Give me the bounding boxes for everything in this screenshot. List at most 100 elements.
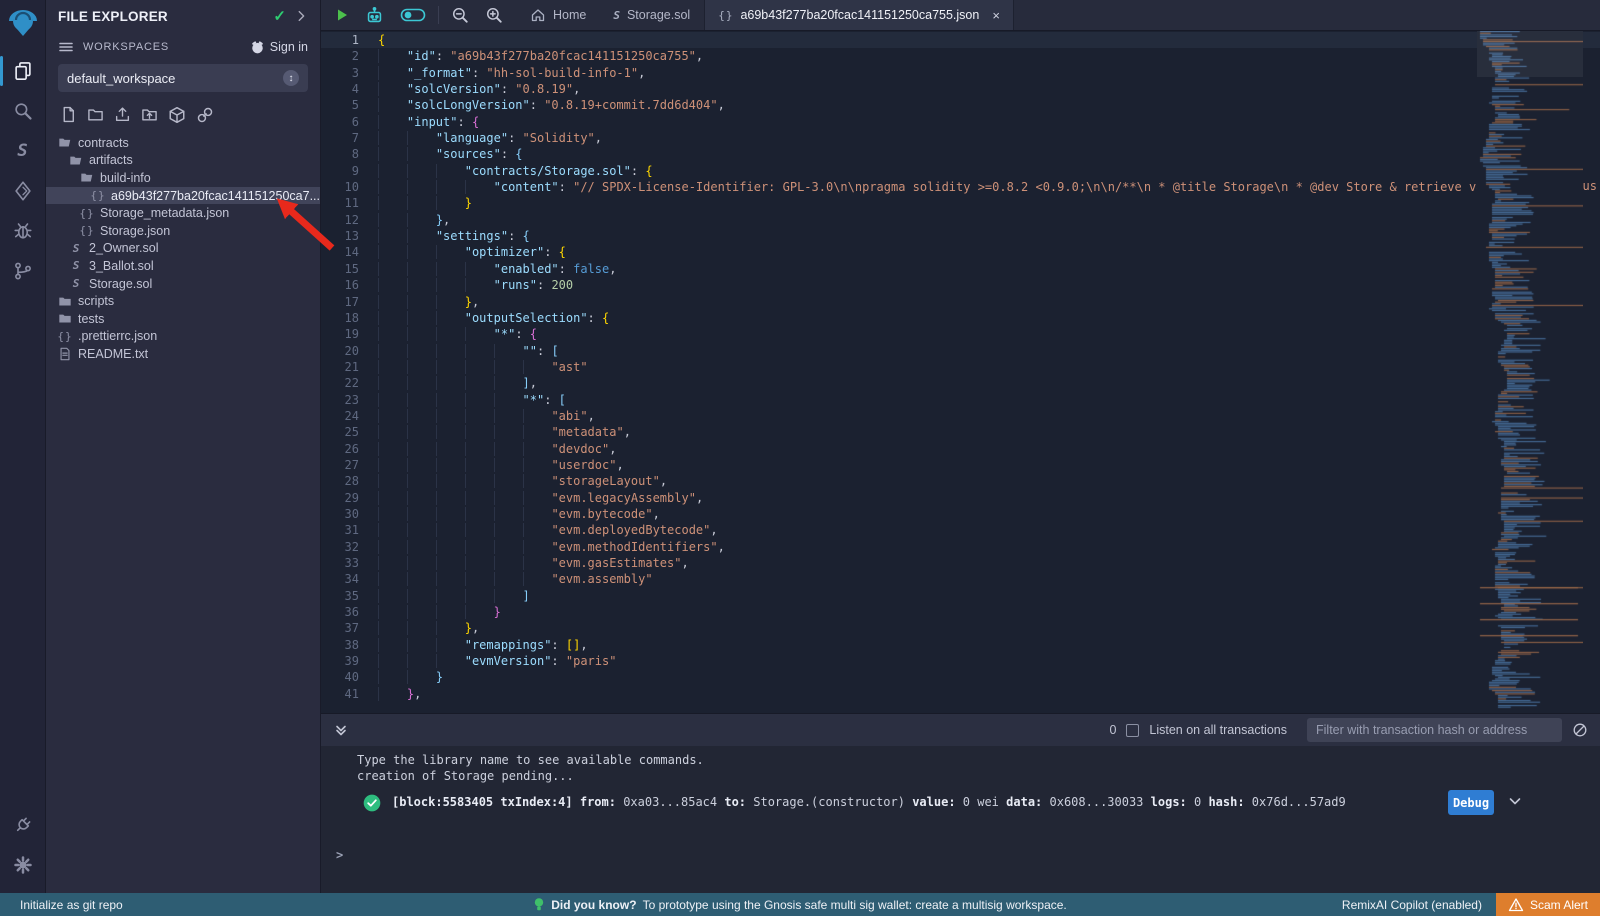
remix-logo-icon[interactable] (7, 7, 39, 39)
new-folder-icon[interactable] (87, 106, 104, 124)
minimap[interactable] (1477, 31, 1583, 713)
editor-line[interactable]: 36 } (321, 604, 1600, 620)
warning-icon (1508, 897, 1524, 913)
rail-item-plugin-manager[interactable] (0, 805, 46, 845)
clear-console-icon[interactable] (1572, 722, 1588, 738)
minimap-slider[interactable] (1477, 31, 1583, 77)
editor-line[interactable]: 2 "id": "a69b43f277ba20fcac141151250ca75… (321, 48, 1600, 64)
editor-line[interactable]: 14 "optimizer": { (321, 244, 1600, 260)
new-file-icon[interactable] (60, 106, 77, 124)
editor-line[interactable]: 39 "evmVersion": "paris" (321, 653, 1600, 669)
editor-line[interactable]: 25 "metadata", (321, 424, 1600, 440)
rail-item-debugger[interactable] (0, 211, 46, 251)
rail-item-file-explorer[interactable] (0, 51, 46, 91)
editor-line[interactable]: 7 "language": "Solidity", (321, 130, 1600, 146)
rail-bottom (0, 805, 46, 885)
editor-line[interactable]: 35 ] (321, 588, 1600, 604)
rail-item-settings[interactable] (0, 845, 46, 885)
expand-transaction-icon[interactable] (1507, 793, 1523, 809)
editor-line[interactable]: 17 }, (321, 294, 1600, 310)
editor-line[interactable]: 6 "input": { (321, 114, 1600, 130)
zoom-out-button[interactable] (443, 0, 477, 30)
tab-a69b43f277ba20fcac141151250ca755-json[interactable]: {}a69b43f277ba20fcac141151250ca755.json× (704, 0, 1014, 30)
transaction-log-row[interactable]: [block:5583405 txIndex:4] from: 0xa03...… (321, 790, 1600, 816)
zoom-in-button[interactable] (477, 0, 511, 30)
tree-item[interactable]: {}.prettierrc.json (46, 328, 320, 346)
editor-line[interactable]: 13 "settings": { (321, 228, 1600, 244)
tree-item[interactable]: {}Storage.json (46, 222, 320, 240)
tree-item[interactable]: contracts (46, 134, 320, 152)
tree-item[interactable]: S3_Ballot.sol (46, 257, 320, 275)
tree-item[interactable]: README.txt (46, 345, 320, 363)
editor-line[interactable]: 37 }, (321, 620, 1600, 636)
tab-storage-sol[interactable]: SStorage.sol (600, 0, 704, 30)
tree-item[interactable]: scripts (46, 292, 320, 310)
editor-line[interactable]: 38 "remappings": [], (321, 637, 1600, 653)
rail-item-search[interactable] (0, 91, 46, 131)
editor-line[interactable]: 33 "evm.gasEstimates", (321, 555, 1600, 571)
terminal-prompt[interactable]: > (336, 848, 343, 862)
editor-line[interactable]: 22 ], (321, 375, 1600, 391)
hamburger-menu-icon[interactable] (58, 39, 74, 55)
editor-line[interactable]: 16 "runs": 200 (321, 277, 1600, 293)
workspace-select[interactable]: default_workspace ↕ (58, 64, 308, 92)
tree-item[interactable]: build-info (46, 169, 320, 187)
editor-line[interactable]: 21 "ast" (321, 359, 1600, 375)
editor-line[interactable]: 8 "sources": { (321, 146, 1600, 162)
tree-item[interactable]: SStorage.sol (46, 275, 320, 293)
upload-folder-icon[interactable] (141, 106, 158, 124)
editor-line[interactable]: 19 "*": { (321, 326, 1600, 342)
editor-line[interactable]: 15 "enabled": false, (321, 261, 1600, 277)
sign-in-button[interactable]: Sign in (250, 40, 308, 55)
editor-line[interactable]: 40 } (321, 669, 1600, 685)
tab-home[interactable]: Home (517, 0, 600, 30)
code-editor[interactable]: 1{2 "id": "a69b43f277ba20fcac141151250ca… (321, 31, 1600, 713)
collapse-terminal-icon[interactable] (333, 722, 349, 738)
tree-item[interactable]: artifacts (46, 152, 320, 170)
editor-line[interactable]: 1{ (321, 32, 1600, 48)
rail-item-solidity-compiler[interactable]: S (0, 131, 46, 171)
editor-line[interactable]: 28 "storageLayout", (321, 473, 1600, 489)
terminal[interactable]: Type the library name to see available c… (321, 746, 1600, 893)
editor-line[interactable]: 29 "evm.legacyAssembly", (321, 490, 1600, 506)
workspace-cube-icon[interactable] (168, 106, 186, 124)
editor-line[interactable]: 31 "evm.deployedBytecode", (321, 522, 1600, 538)
tree-item[interactable]: {}a69b43f277ba20fcac141151250ca7... (46, 187, 320, 205)
close-tab-icon[interactable]: × (992, 8, 1000, 23)
git-init-button[interactable]: Initialize as git repo (0, 898, 123, 912)
editor-line[interactable]: 10 "content": "// SPDX-License-Identifie… (321, 179, 1600, 195)
listen-checkbox[interactable] (1126, 724, 1139, 737)
editor-line[interactable]: 9 "contracts/Storage.sol": { (321, 163, 1600, 179)
rail-item-git[interactable] (0, 251, 46, 291)
editor-line[interactable]: 3 "_format": "hh-sol-build-info-1", (321, 65, 1600, 81)
copilot-status[interactable]: RemixAI Copilot (enabled) (1342, 898, 1496, 912)
upload-file-icon[interactable] (114, 106, 131, 124)
chevron-right-icon[interactable] (294, 9, 308, 23)
rail-item-deploy-run[interactable] (0, 171, 46, 211)
tree-item[interactable]: tests (46, 310, 320, 328)
editor-line[interactable]: 27 "userdoc", (321, 457, 1600, 473)
editor-line[interactable]: 23 "*": [ (321, 392, 1600, 408)
ai-copilot-icon[interactable] (357, 0, 392, 30)
success-check-icon (363, 794, 381, 812)
editor-line[interactable]: 24 "abi", (321, 408, 1600, 424)
editor-line[interactable]: 18 "outputSelection": { (321, 310, 1600, 326)
editor-line[interactable]: 12 }, (321, 212, 1600, 228)
link-icon[interactable] (196, 106, 214, 124)
tree-item[interactable]: S2_Owner.sol (46, 240, 320, 258)
debug-button[interactable]: Debug (1448, 790, 1494, 815)
transaction-filter-input[interactable] (1307, 718, 1562, 742)
editor-line[interactable]: 32 "evm.methodIdentifiers", (321, 539, 1600, 555)
editor-line[interactable]: 30 "evm.bytecode", (321, 506, 1600, 522)
editor-line[interactable]: 5 "solcLongVersion": "0.8.19+commit.7dd6… (321, 97, 1600, 113)
editor-line[interactable]: 34 "evm.assembly" (321, 571, 1600, 587)
editor-line[interactable]: 26 "devdoc", (321, 441, 1600, 457)
scam-alert-button[interactable]: Scam Alert (1496, 893, 1600, 916)
editor-line[interactable]: 4 "solcVersion": "0.8.19", (321, 81, 1600, 97)
editor-line[interactable]: 20 "": [ (321, 343, 1600, 359)
editor-line[interactable]: 11 } (321, 195, 1600, 211)
tree-item[interactable]: {}Storage_metadata.json (46, 204, 320, 222)
ai-toggle[interactable] (392, 0, 434, 30)
editor-line[interactable]: 41 }, (321, 686, 1600, 702)
run-script-button[interactable] (327, 0, 357, 30)
